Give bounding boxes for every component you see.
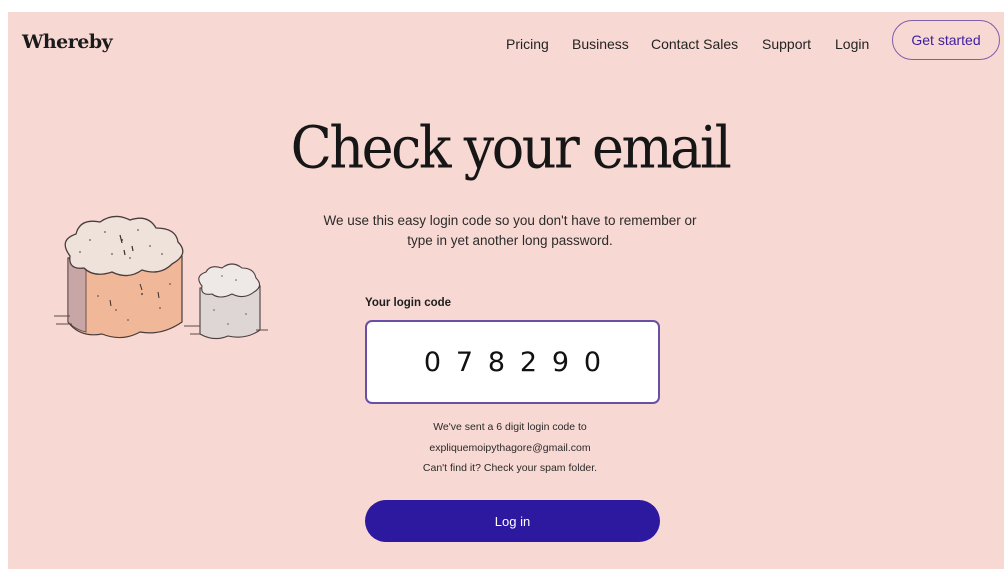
description-line-2: type in yet another long password.	[407, 233, 613, 248]
nav-pricing[interactable]: Pricing	[506, 36, 549, 52]
nav-contact-sales[interactable]: Contact Sales	[651, 36, 738, 52]
get-started-button[interactable]: Get started	[892, 20, 1000, 60]
code-digit-5: 9	[551, 346, 570, 378]
code-digit-6: 0	[583, 346, 602, 378]
code-digit-2: 7	[455, 346, 474, 378]
page-title: Check your email	[290, 113, 732, 182]
code-digit-4: 2	[519, 346, 538, 378]
email-address: expliquemoipythagore@gmail.com	[429, 442, 591, 454]
code-digit-1: 0	[423, 346, 442, 378]
page-background: Whereby Pricing Business Contact Sales S…	[8, 12, 1004, 569]
nav-business[interactable]: Business	[572, 36, 629, 52]
description-line-1: We use this easy login code so you don't…	[323, 213, 697, 228]
login-code-input[interactable]: 0 7 8 2 9 0	[365, 320, 660, 404]
log-in-button[interactable]: Log in	[365, 500, 660, 542]
nav-login[interactable]: Login	[835, 36, 869, 52]
sent-code-note: We've sent a 6 digit login code to	[433, 421, 587, 433]
top-nav: Pricing Business Contact Sales Support L…	[8, 36, 1004, 56]
code-digit-3: 8	[487, 346, 506, 378]
nav-support[interactable]: Support	[762, 36, 811, 52]
login-code-label: Your login code	[365, 297, 452, 309]
spam-folder-note: Can't find it? Check your spam folder.	[422, 462, 598, 474]
description: We use this easy login code so you don't…	[8, 211, 1004, 251]
